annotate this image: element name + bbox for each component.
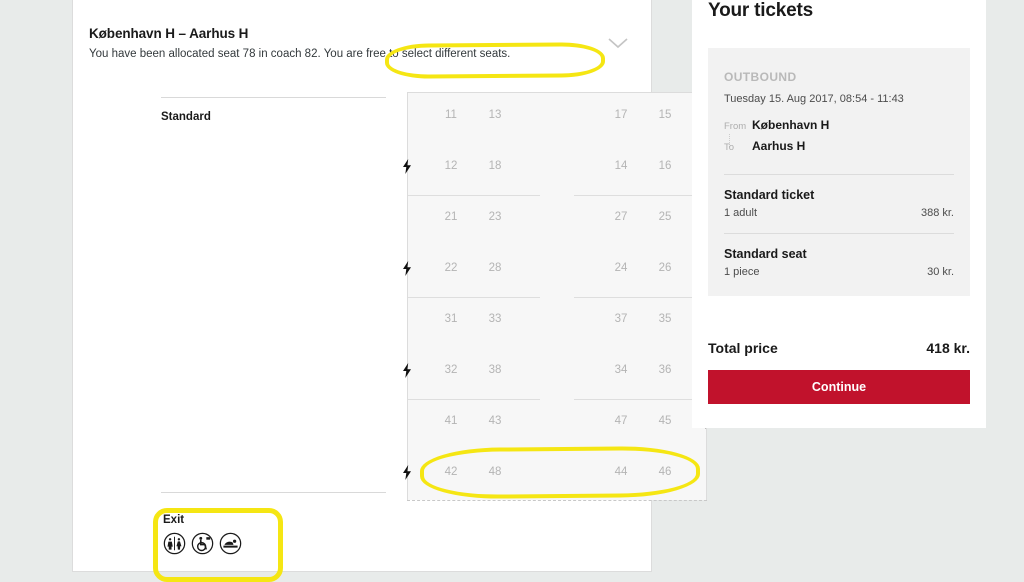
divider <box>724 174 954 175</box>
seat[interactable]: 26 <box>650 262 680 274</box>
seat-row: 42 48 44 46 <box>403 450 706 501</box>
seat-block: 41 43 47 45 42 48 44 46 <box>403 399 711 501</box>
destination-row: To Aarhus H <box>724 139 954 160</box>
seat-selection-card: København H – Aarhus H You have been all… <box>72 0 711 582</box>
seat[interactable]: 38 <box>480 364 510 376</box>
tickets-title: Your tickets <box>708 0 813 21</box>
seat[interactable]: 14 <box>606 160 636 172</box>
seat[interactable]: 36 <box>650 364 680 376</box>
total-price-row: Total price 418 kr. <box>708 340 970 356</box>
seat[interactable]: 12 <box>436 160 466 172</box>
travel-class-label: Standard <box>161 111 211 123</box>
seat-row: 41 43 47 45 <box>408 399 711 450</box>
seat[interactable]: 37 <box>606 313 636 325</box>
seat-row: 11 13 17 15 <box>408 93 711 144</box>
seat[interactable]: 31 <box>436 313 466 325</box>
seat[interactable]: 24 <box>606 262 636 274</box>
seat[interactable]: 22 <box>436 262 466 274</box>
seat[interactable]: 33 <box>480 313 510 325</box>
total-price-value: 418 kr. <box>926 340 970 356</box>
to-tag: To <box>724 142 735 153</box>
exit-section: Exit <box>163 514 271 555</box>
divider <box>724 233 954 234</box>
tickets-panel: Your tickets OUTBOUND Tuesday 15. Aug 20… <box>692 0 986 428</box>
seat-row: 22 28 24 26 <box>403 246 706 297</box>
power-socket-icon <box>402 159 412 174</box>
line-item-quantity: 1 piece <box>724 266 760 278</box>
total-price-label: Total price <box>708 340 778 356</box>
seat[interactable]: 25 <box>650 211 680 223</box>
line-item-quantity: 1 adult <box>724 207 758 219</box>
seat[interactable]: 34 <box>606 364 636 376</box>
seat[interactable]: 11 <box>436 109 466 121</box>
ticket-line-item: Standard seat 1 piece 30 kr. <box>724 247 954 278</box>
seat[interactable]: 43 <box>480 415 510 427</box>
direction-label: OUTBOUND <box>724 70 797 84</box>
seat[interactable]: 46 <box>650 466 680 478</box>
wheelchair-accessible-icon <box>191 532 214 555</box>
seat[interactable]: 16 <box>650 160 680 172</box>
seat-row: 32 38 34 36 <box>403 348 706 399</box>
coach-end-divider <box>407 500 707 502</box>
power-socket-icon <box>402 363 412 378</box>
origin-row: From København H <box>724 118 954 139</box>
seat-map[interactable]: 11 13 17 15 12 18 14 16 21 23 27 25 22 2… <box>403 92 711 501</box>
seat[interactable]: 21 <box>436 211 466 223</box>
trip-summary-box: OUTBOUND Tuesday 15. Aug 2017, 08:54 - 1… <box>708 48 970 296</box>
seat[interactable]: 41 <box>436 415 466 427</box>
seat-row: 21 23 27 25 <box>408 195 711 246</box>
exit-label: Exit <box>163 514 185 526</box>
power-socket-icon <box>402 465 412 480</box>
to-station: Aarhus H <box>752 139 806 153</box>
seat-row: 31 33 37 35 <box>408 297 711 348</box>
power-socket-icon <box>402 261 412 276</box>
line-item-price: 388 kr. <box>920 207 954 219</box>
line-item-title: Standard ticket <box>724 188 815 202</box>
seat[interactable]: 42 <box>436 466 466 478</box>
seat[interactable]: 13 <box>480 109 510 121</box>
from-tag: From <box>724 121 747 132</box>
line-item-detail: 1 piece 30 kr. <box>724 266 954 278</box>
seat-allocation-text: You have been allocated seat 78 in coach… <box>89 48 321 60</box>
seat[interactable]: 27 <box>606 211 636 223</box>
exit-divider <box>161 492 386 493</box>
seat[interactable]: 28 <box>480 262 510 274</box>
continue-button[interactable]: Continue <box>708 370 970 404</box>
toilet-icon <box>163 532 186 555</box>
seat[interactable]: 32 <box>436 364 466 376</box>
seat[interactable]: 45 <box>650 415 680 427</box>
ticket-line-item: Standard ticket 1 adult 388 kr. <box>724 188 954 219</box>
journey-header: København H – Aarhus H You have been all… <box>89 26 629 60</box>
chevron-down-icon[interactable] <box>605 33 631 53</box>
seat-block: 31 33 37 35 32 38 34 36 <box>403 297 711 399</box>
seat[interactable]: 15 <box>650 109 680 121</box>
class-divider <box>161 97 386 98</box>
seat-row: 12 18 14 16 <box>403 144 706 195</box>
seat[interactable]: 44 <box>606 466 636 478</box>
seat-block: 11 13 17 15 12 18 14 16 <box>403 93 711 195</box>
line-item-detail: 1 adult 388 kr. <box>724 207 954 219</box>
seat[interactable]: 18 <box>480 160 510 172</box>
line-item-title: Standard seat <box>724 247 807 261</box>
seat[interactable]: 23 <box>480 211 510 223</box>
baby-changing-icon <box>219 532 242 555</box>
from-station: København H <box>752 118 830 132</box>
facility-icons <box>163 532 271 555</box>
seat[interactable]: 47 <box>606 415 636 427</box>
seat[interactable]: 48 <box>480 466 510 478</box>
seat[interactable]: 17 <box>606 109 636 121</box>
journey-subtitle: You have been allocated seat 78 in coach… <box>89 48 629 60</box>
page-title: København H – Aarhus H <box>89 26 249 41</box>
seat-block: 21 23 27 25 22 28 24 26 <box>403 195 711 297</box>
free-seat-selection-text: You are free to select different seats. <box>323 48 511 60</box>
seat[interactable]: 35 <box>650 313 680 325</box>
trip-datetime: Tuesday 15. Aug 2017, 08:54 - 11:43 <box>724 93 904 105</box>
line-item-price: 30 kr. <box>927 266 954 278</box>
